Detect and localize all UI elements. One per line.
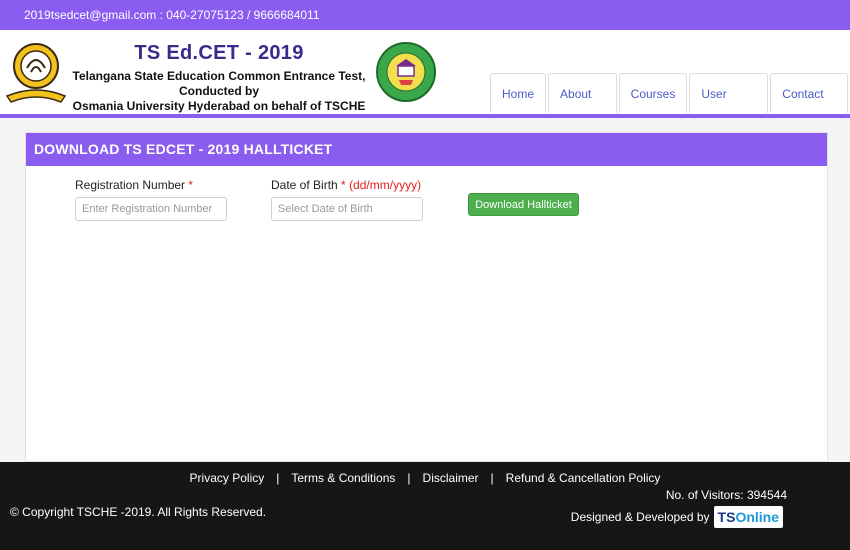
registration-number-label-text: Registration Number <box>75 178 186 192</box>
tsonline-logo[interactable]: TSOnline <box>713 506 783 528</box>
nav-user-guide[interactable]: User Guide <box>689 73 769 141</box>
subtitle-line-2: Osmania University Hyderabad on behalf o… <box>72 99 366 113</box>
nav-home[interactable]: Home <box>490 73 547 113</box>
tsche-logo <box>375 35 437 109</box>
date-of-birth-label: Date of Birth * (dd/mm/yyyy) <box>271 178 421 192</box>
subtitle-line-1: Telangana State Education Common Entranc… <box>72 69 366 98</box>
panel-title: DOWNLOAD TS EDCET - 2019 HALLTICKET <box>26 133 827 166</box>
site-header: TS Ed.CET - 2019 Telangana State Educati… <box>0 30 850 141</box>
osmania-university-logo <box>5 38 67 104</box>
date-of-birth-required-mark: * <box>341 178 346 192</box>
disclaimer-link[interactable]: Disclaimer <box>423 471 479 485</box>
contact-bar: 2019tsedcet@gmail.com : 040-27075123 / 9… <box>0 0 850 30</box>
main-nav: Home About Us Courses User Guide Contact… <box>490 73 850 141</box>
refund-policy-link[interactable]: Refund & Cancellation Policy <box>506 471 661 485</box>
footer-links: Privacy Policy | Terms & Conditions | Discla… <box>0 471 850 485</box>
nav-about-us[interactable]: About Us <box>548 73 617 141</box>
nav-courses[interactable]: Courses <box>618 73 688 113</box>
tsonline-logo-online: Online <box>735 509 779 525</box>
footer-separator: | <box>276 471 280 485</box>
date-of-birth-input[interactable] <box>271 197 423 221</box>
download-hallticket-button[interactable]: Download Hallticket <box>468 193 579 216</box>
date-format-hint: (dd/mm/yyyy) <box>349 178 422 192</box>
registration-required-mark: * <box>188 178 194 192</box>
designed-by-text: Designed & Developed by <box>570 510 710 524</box>
registration-number-label: Registration Number * <box>75 178 193 192</box>
contact-info: 2019tsedcet@gmail.com : 040-27075123 / 9… <box>24 8 320 22</box>
nav-contact-us[interactable]: Contact Us <box>770 73 848 141</box>
designed-by: Designed & Developed by TSOnline <box>571 506 783 528</box>
date-of-birth-label-text: Date of Birth <box>271 178 338 192</box>
title-block: TS Ed.CET - 2019 Telangana State Educati… <box>60 42 378 114</box>
registration-number-input[interactable] <box>75 197 227 221</box>
tsonline-logo-ts: TS <box>717 509 736 525</box>
footer-separator: | <box>407 471 411 485</box>
terms-conditions-link[interactable]: Terms & Conditions <box>291 471 395 485</box>
page-title: TS Ed.CET - 2019 <box>134 42 304 64</box>
hallticket-panel: DOWNLOAD TS EDCET - 2019 HALLTICKET Regi… <box>25 132 828 462</box>
privacy-policy-link[interactable]: Privacy Policy <box>190 471 265 485</box>
footer-separator: | <box>490 471 494 485</box>
copyright-text: © Copyright TSCHE -2019. All Rights Rese… <box>10 505 267 519</box>
visitor-count: No. of Visitors: 394544 <box>665 488 787 502</box>
site-footer: Privacy Policy | Terms & Conditions | Discla… <box>0 462 850 550</box>
